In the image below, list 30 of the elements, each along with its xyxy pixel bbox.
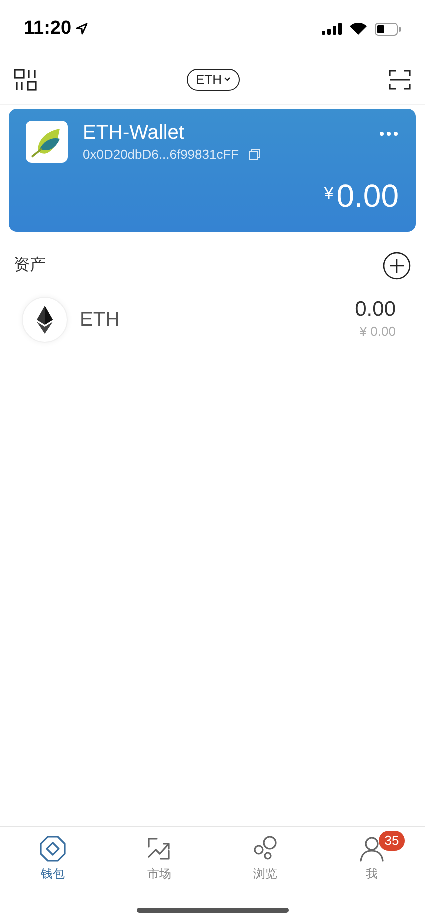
wifi-icon: [350, 23, 367, 35]
person-icon: [358, 835, 386, 863]
leaf-logo-icon: [26, 121, 68, 163]
assets-title: 资产: [14, 256, 46, 276]
grid-icon[interactable]: [14, 68, 38, 92]
tab-bar-item[interactable]: 钱包: [0, 835, 106, 883]
status-time: 11:20: [24, 16, 72, 41]
hexagon-icon: [39, 835, 68, 863]
asset-value: ¥ 0.00: [360, 323, 396, 342]
tab-bar-item[interactable]: 市场: [106, 835, 212, 883]
network-selector[interactable]: ETH: [187, 68, 240, 90]
battery-icon: [375, 22, 401, 36]
location-arrow-icon: [76, 23, 88, 35]
add-icon[interactable]: [383, 252, 411, 280]
ethereum-icon: [22, 297, 68, 343]
asset-row[interactable]: ETH 0.00 ¥ 0.00: [0, 297, 425, 343]
tab-bar-item[interactable]: 浏览: [212, 835, 319, 883]
wallet-balance: 0.00: [336, 176, 399, 214]
asset-amount: 0.00: [355, 298, 396, 322]
signal-icon: [322, 23, 342, 35]
caret-icon: [224, 77, 231, 82]
currency-symbol: ¥: [324, 182, 334, 204]
asset-symbol: ETH: [80, 308, 120, 333]
scan-icon[interactable]: [389, 68, 411, 90]
wallet-name: ETH-Wallet: [83, 121, 186, 145]
wallet-address: 0x0D20dbD6...6f99831cFF: [83, 146, 240, 164]
notification-badge: 35: [378, 831, 406, 851]
copy-icon[interactable]: [249, 148, 262, 161]
wallet-card[interactable]: ETH-Wallet 0x0D20dbD6...6f99831cFF ¥0.00: [9, 109, 416, 232]
more-icon[interactable]: [379, 131, 399, 137]
